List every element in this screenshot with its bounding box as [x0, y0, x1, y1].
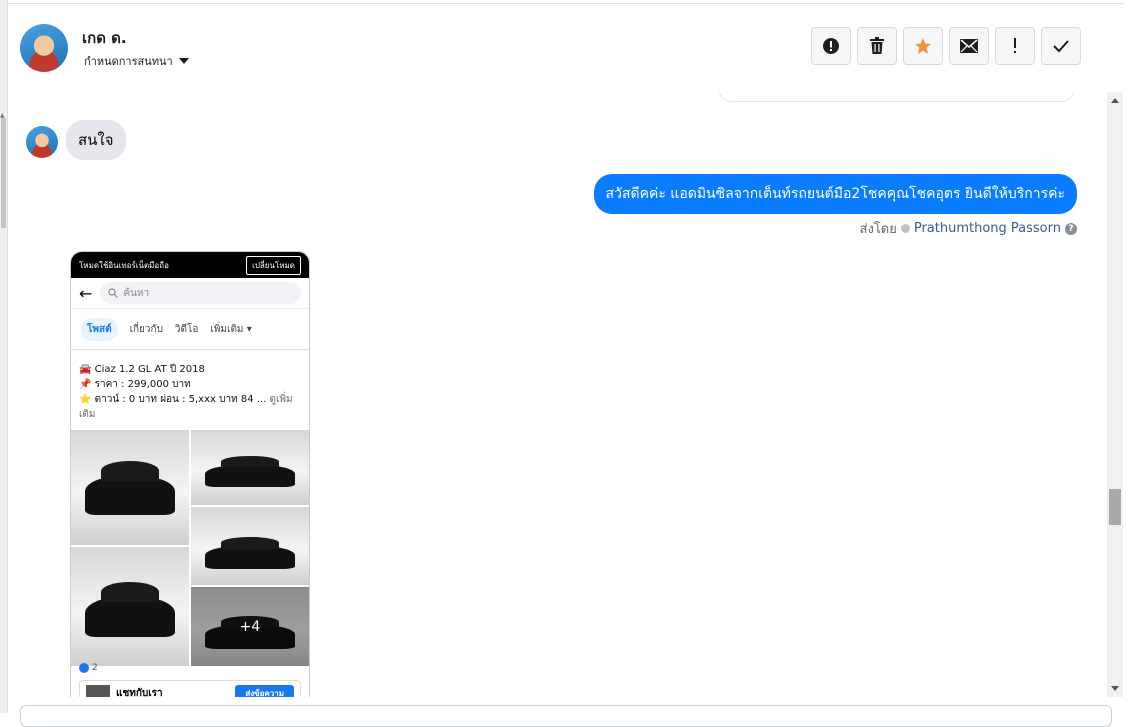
search-icon: [108, 288, 119, 298]
outgoing-message[interactable]: สวัสดีคค่ะ แอดมินซิลจากเต็นท์รถยนต์มือ2โ…: [593, 174, 1077, 214]
car-photo: [71, 430, 189, 545]
follow-up-button[interactable]: [995, 27, 1035, 65]
image-tab-about: เกี่ยวกับ: [129, 323, 163, 335]
mobile-data-banner: โหมดใช้อินเทอร์เน็ตมือถือ เปลี่ยนโหมด: [71, 252, 309, 278]
sent-by-row: ส่งโดย Prathumthong Passorn ?: [860, 218, 1077, 239]
outer-scrollbar-thumb[interactable]: [1, 118, 6, 228]
conversation-header: เกด ด. กำหนดการสนทนา: [8, 3, 1123, 93]
delete-button[interactable]: [857, 27, 897, 65]
scroll-down-icon[interactable]: [1111, 686, 1119, 691]
sent-by-name[interactable]: Prathumthong Passorn: [914, 221, 1061, 236]
mark-spam-button[interactable]: [811, 27, 851, 65]
assign-conversation-label: กำหนดการสนทนา: [84, 55, 173, 68]
sent-by-label: ส่งโดย: [859, 222, 897, 237]
image-tab-posts: โพสต์: [81, 317, 118, 341]
star-button[interactable]: [903, 27, 943, 65]
mobile-data-label: โหมดใช้อินเทอร์เน็ตมือถือ: [79, 260, 169, 270]
sender-avatar[interactable]: [26, 126, 58, 158]
search-placeholder: ค้นหา: [123, 287, 150, 299]
more-photos-count: +4: [191, 587, 309, 666]
help-icon[interactable]: ?: [1065, 222, 1077, 235]
conversation-actions: [811, 27, 1081, 65]
car-photo-grid: +4: [71, 430, 309, 666]
post-line-down: ⭐ ดาวน์ : 0 บาท ผ่อน : 5,xxx บาท 84 ... …: [79, 394, 293, 420]
verified-icon: [900, 224, 910, 233]
previous-message-bubble: [718, 92, 1075, 102]
car-photo: +4: [191, 587, 309, 666]
contact-name[interactable]: เกด ด.: [82, 26, 127, 50]
caret-down-icon: [178, 58, 189, 64]
image-search-row: ← ค้นหา: [71, 278, 309, 309]
mark-done-button[interactable]: [1041, 27, 1081, 65]
envelope-icon: [960, 39, 978, 53]
like-count: 2: [92, 663, 98, 673]
back-arrow-icon: ←: [79, 283, 93, 303]
image-post-text: 🚘 Ciaz 1.2 GL AT ปี 2018 📌 ราคา : 299,00…: [71, 350, 309, 426]
send-message-button: ส่งข้อความ: [235, 684, 294, 697]
alert-circle-icon: [823, 38, 839, 54]
scroll-up-icon[interactable]: [1111, 98, 1119, 103]
contact-avatar[interactable]: [20, 24, 68, 72]
change-mode-button: เปลี่ยนโหมด: [246, 255, 301, 275]
message-composer[interactable]: [20, 705, 1112, 727]
thread-scrollbar-thumb[interactable]: [1109, 489, 1121, 525]
exclamation-icon: [1014, 38, 1016, 53]
trash-icon: [870, 37, 884, 54]
thread-scrollbar[interactable]: [1107, 92, 1123, 697]
image-like-row: 2: [79, 663, 98, 673]
car-photo: [191, 430, 309, 505]
outer-scrollbar[interactable]: ▲: [0, 0, 8, 713]
like-icon: [79, 663, 89, 673]
chat-with-us-label: แชทกับเรา: [116, 687, 163, 698]
image-chat-row: แชทกับเรา ส่งข้อความ: [79, 680, 301, 697]
attached-image[interactable]: โหมดใช้อินเทอร์เน็ตมือถือ เปลี่ยนโหมด ← …: [70, 251, 310, 697]
message-thread[interactable]: สนใจ สวัสดีคค่ะ แอดมินซิลจากเต็นท์รถยนต์…: [8, 92, 1107, 697]
star-icon: [915, 38, 931, 54]
image-search-field: ค้นหา: [100, 282, 301, 304]
image-page-tabs: โพสต์ เกี่ยวกับ วิดีโอ เพิ่มเติม ▾: [71, 309, 309, 350]
post-line-price: 📌 ราคา : 299,000 บาท: [79, 379, 191, 390]
image-tab-videos: วิดีโอ: [174, 323, 199, 335]
assign-conversation-dropdown[interactable]: กำหนดการสนทนา: [84, 52, 189, 70]
mark-unread-button[interactable]: [949, 27, 989, 65]
car-photo: [191, 507, 309, 585]
car-photo: [71, 547, 189, 666]
post-line-model: 🚘 Ciaz 1.2 GL AT ปี 2018: [79, 364, 205, 375]
checkmark-icon: [1053, 40, 1069, 53]
image-tab-more: เพิ่มเติม ▾: [210, 323, 252, 335]
page-thumbnail: [86, 685, 110, 697]
incoming-message[interactable]: สนใจ: [66, 120, 126, 160]
